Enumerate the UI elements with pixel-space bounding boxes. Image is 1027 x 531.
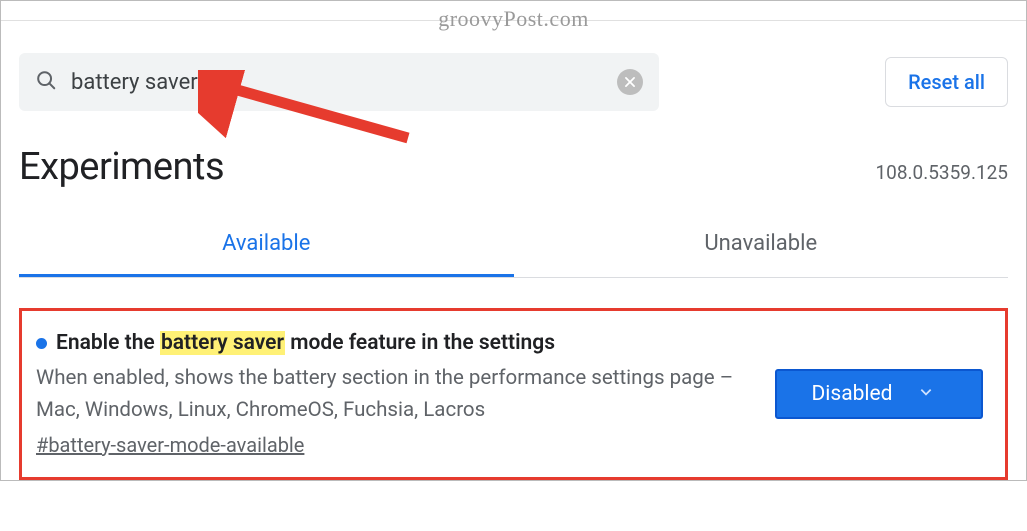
experiment-title-pre: Enable the bbox=[56, 331, 155, 355]
search-input[interactable] bbox=[71, 70, 603, 95]
page-title: Experiments bbox=[19, 145, 224, 189]
experiment-hash-link[interactable]: #battery-saver-mode-available bbox=[36, 433, 304, 457]
reset-all-button[interactable]: Reset all bbox=[885, 57, 1008, 107]
experiment-body: Enable the battery saver mode feature in… bbox=[36, 331, 747, 457]
experiment-title-post: mode feature in the settings bbox=[290, 331, 555, 355]
search-box[interactable] bbox=[19, 53, 659, 111]
page-container: Reset all Experiments 108.0.5359.125 Ava… bbox=[0, 0, 1027, 481]
search-row: Reset all bbox=[19, 21, 1008, 111]
chevron-down-icon bbox=[919, 384, 933, 403]
modified-dot-icon bbox=[36, 338, 47, 349]
experiment-description: When enabled, shows the battery section … bbox=[36, 363, 747, 427]
tabs: Available Unavailable bbox=[19, 211, 1008, 278]
clear-search-button[interactable] bbox=[617, 69, 643, 95]
experiment-select-value: Disabled bbox=[811, 382, 892, 406]
tab-available[interactable]: Available bbox=[19, 211, 514, 277]
tab-unavailable[interactable]: Unavailable bbox=[514, 211, 1009, 277]
experiment-title-highlight: battery saver bbox=[160, 331, 285, 355]
experiment-title: Enable the battery saver mode feature in… bbox=[36, 331, 747, 355]
version-text: 108.0.5359.125 bbox=[876, 161, 1009, 184]
experiment-item: Enable the battery saver mode feature in… bbox=[19, 308, 1008, 480]
search-icon bbox=[35, 69, 57, 95]
close-icon bbox=[623, 75, 637, 89]
experiment-list: Enable the battery saver mode feature in… bbox=[19, 308, 1008, 480]
title-row: Experiments 108.0.5359.125 bbox=[19, 145, 1008, 189]
experiment-select[interactable]: Disabled bbox=[775, 369, 983, 419]
watermark-text: groovyPost.com bbox=[438, 6, 589, 32]
